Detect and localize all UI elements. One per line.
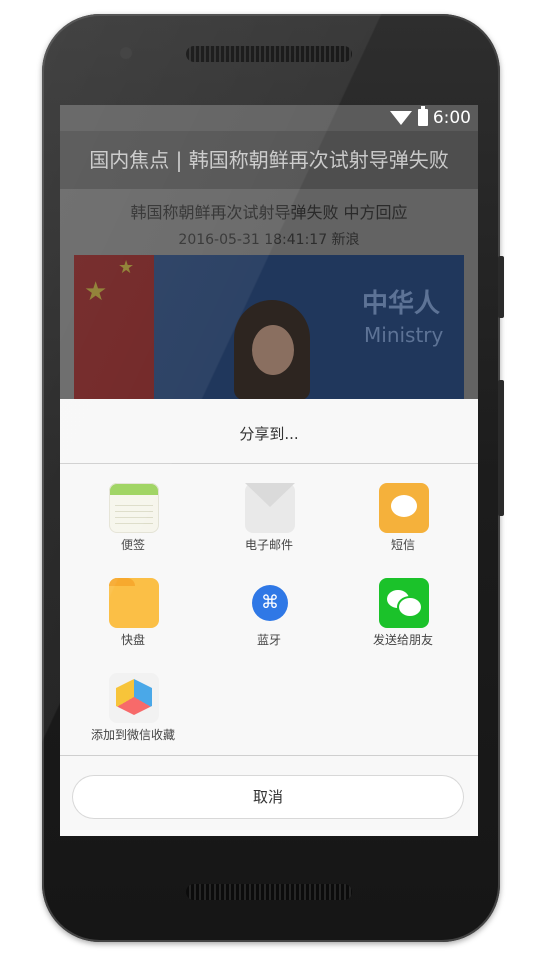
divider xyxy=(60,755,478,756)
wechat-icon xyxy=(379,578,429,628)
sms-icon xyxy=(379,483,429,533)
share-option-email[interactable]: 电子邮件 xyxy=(199,483,339,563)
top-speaker xyxy=(186,46,352,62)
cancel-button[interactable]: 取消 xyxy=(72,775,464,819)
page-header-title: 国内焦点 | 韩国称朝鲜再次试射导弹失败 xyxy=(60,131,478,189)
folder-icon xyxy=(109,578,159,628)
front-camera xyxy=(120,47,132,59)
share-option-label: 发送给朋友 xyxy=(372,633,433,647)
share-option-label: 电子邮件 xyxy=(244,538,293,552)
favorites-cube-icon xyxy=(109,673,159,723)
volume-button xyxy=(498,380,504,516)
share-option-label: 添加到微信收藏 xyxy=(90,728,175,742)
photo-sign-text: 中华人 xyxy=(362,289,441,319)
share-option-wechat-favorites[interactable]: 添加到微信收藏 xyxy=(63,673,203,753)
wifi-icon xyxy=(390,111,412,125)
share-option-wechat-friend[interactable]: 发送给朋友 xyxy=(333,578,473,658)
share-option-label: 蓝牙 xyxy=(256,633,281,647)
battery-icon xyxy=(418,106,428,126)
photo-sign-text-2: Ministry xyxy=(364,323,444,347)
notes-icon xyxy=(109,483,159,533)
share-option-kuaipan[interactable]: 快盘 xyxy=(63,578,203,658)
article-meta: 2016-05-31 18:41:17 新浪 xyxy=(178,232,360,248)
photo-face xyxy=(252,325,294,375)
share-option-label: 快盘 xyxy=(120,633,145,647)
status-time: 6:00 xyxy=(432,108,471,128)
bottom-speaker xyxy=(186,884,352,900)
status-bar: 6:00 xyxy=(60,105,478,131)
article-area: 韩国称朝鲜再次试射导弹失败 中方回应 2016-05-31 18:41:17 新… xyxy=(60,189,478,400)
share-sheet: 分享到... 便签 电子邮件 短信 快盘 蓝牙 发送给朋友 添加到微信收 xyxy=(60,399,478,836)
share-option-notes[interactable]: 便签 xyxy=(63,483,203,563)
share-option-label: 便签 xyxy=(120,538,145,552)
screen: 6:00 国内焦点 | 韩国称朝鲜再次试射导弹失败 韩国称朝鲜再次试射导弹失败 … xyxy=(60,105,478,836)
article-photo: ★ ★ 中华人 Ministry xyxy=(74,255,464,400)
article-title: 韩国称朝鲜再次试射导弹失败 中方回应 xyxy=(130,203,408,222)
share-option-sms[interactable]: 短信 xyxy=(333,483,473,563)
mail-icon xyxy=(245,483,295,533)
share-sheet-title: 分享到... xyxy=(239,425,299,443)
divider xyxy=(60,463,478,464)
share-option-label: 短信 xyxy=(390,538,415,552)
share-option-bluetooth[interactable]: 蓝牙 xyxy=(199,578,339,658)
flag-star-icon: ★ xyxy=(84,277,108,307)
power-button xyxy=(498,256,504,318)
bluetooth-icon xyxy=(245,578,295,628)
flag-star-icon: ★ xyxy=(118,257,135,278)
